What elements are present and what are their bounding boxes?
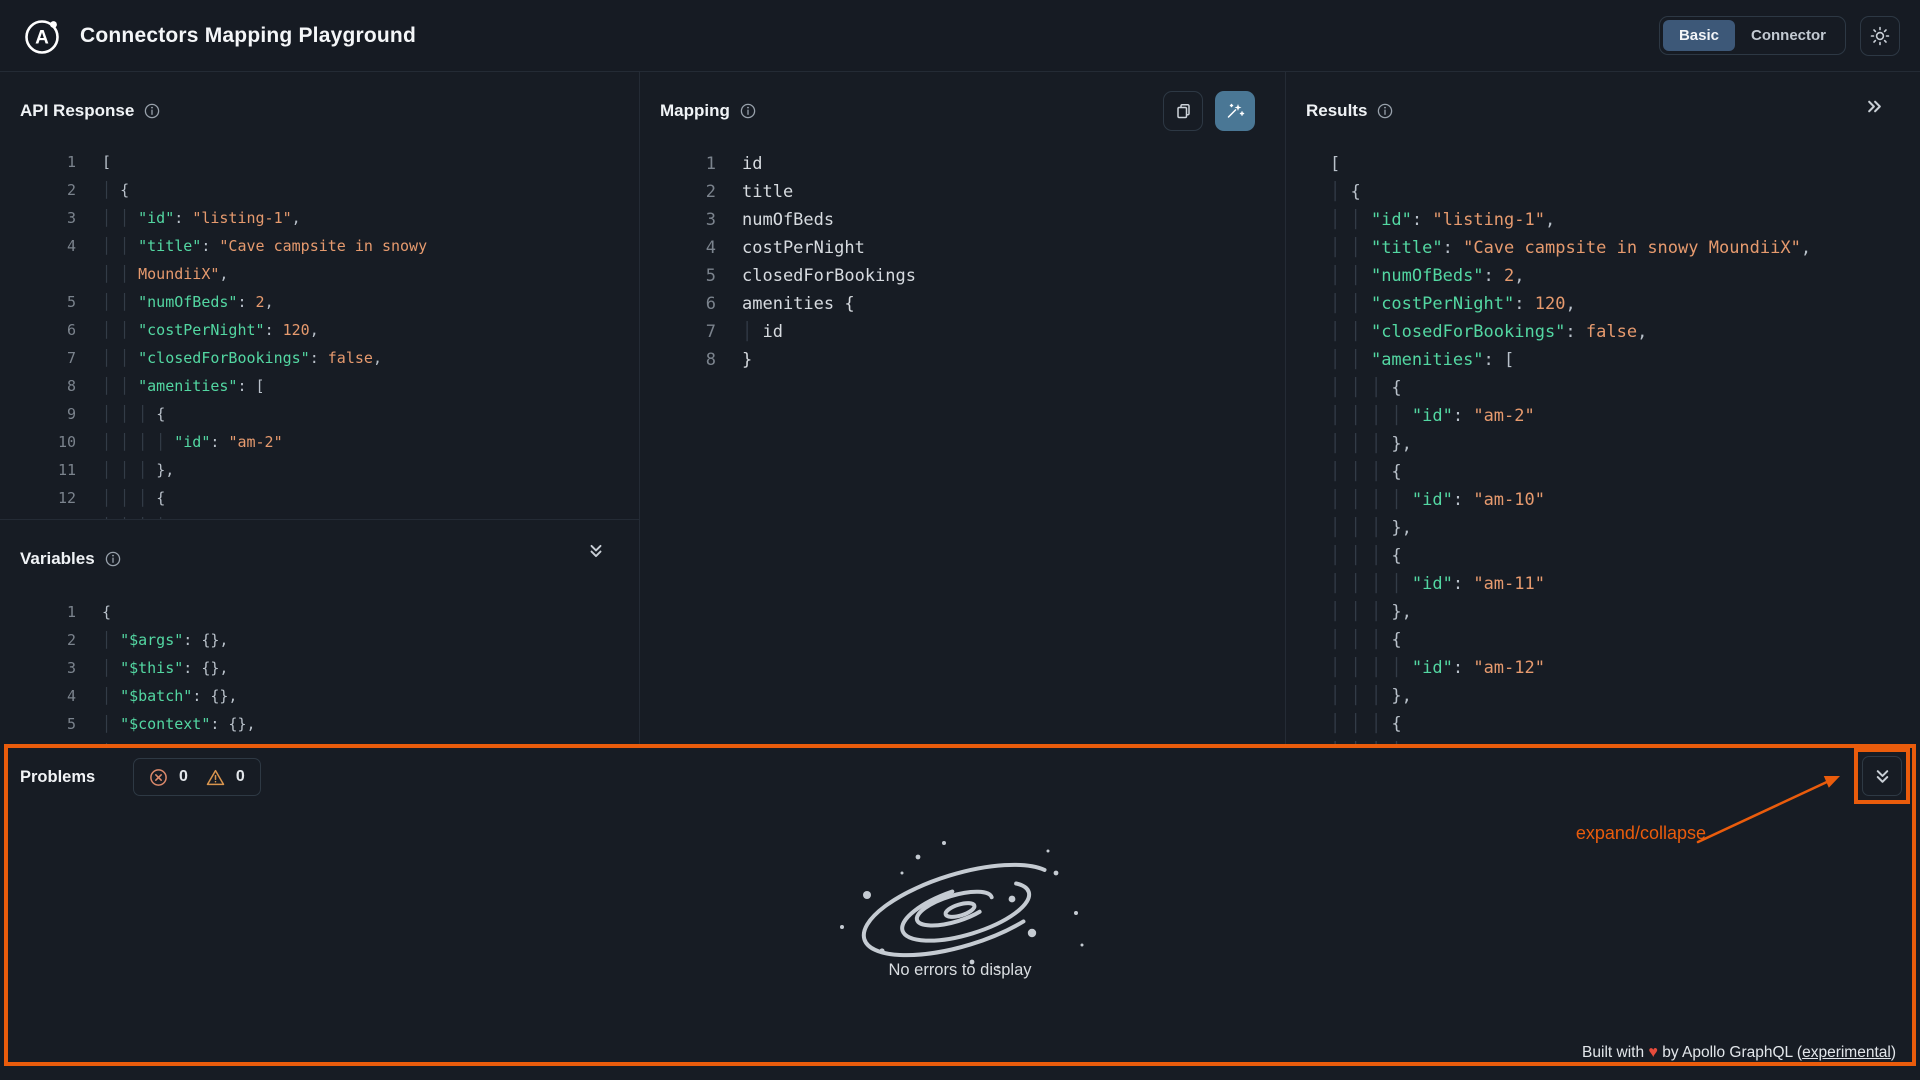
problems-panel: Problems 0 0 expand/collaps	[0, 745, 1920, 1080]
chevrons-right-icon	[1865, 97, 1884, 116]
info-icon	[740, 103, 756, 119]
variables-title: Variables	[20, 549, 95, 569]
toggle-connector-button[interactable]: Connector	[1735, 20, 1842, 51]
results-viewer[interactable]: [│ {│ │ "id": "listing-1",│ │ "title": "…	[1330, 150, 1918, 745]
mapping-editor[interactable]: 1id2title3numOfBeds4costPerNight5closedF…	[660, 150, 1283, 745]
footer-suffix: )	[1891, 1044, 1896, 1061]
problems-title: Problems	[20, 768, 95, 787]
variables-panel: Variables 1{2│ "$args": {},3│ "$this": {…	[0, 519, 639, 745]
api-response-title: API Response	[20, 101, 134, 121]
chevrons-down-icon	[1873, 767, 1892, 786]
annotation-arrow	[1688, 759, 1858, 854]
warning-count: 0	[236, 768, 245, 786]
footer-middle: by Apollo GraphQL (	[1662, 1044, 1802, 1061]
error-count: 0	[179, 768, 188, 786]
api-response-panel: API Response 1[2│ {3│ │ "id": "listing-1…	[0, 72, 639, 519]
chevrons-down-icon	[587, 542, 605, 560]
empty-state-message: No errors to display	[0, 961, 1920, 980]
footer: Built with ♥ by Apollo GraphQL (experime…	[1582, 1044, 1896, 1062]
copy-icon	[1174, 102, 1193, 121]
svg-text:A: A	[35, 27, 49, 48]
footer-prefix: Built with	[1582, 1044, 1644, 1061]
info-icon	[144, 103, 160, 119]
mode-toggle: Basic Connector	[1659, 16, 1846, 55]
copy-mapping-button[interactable]	[1163, 91, 1203, 131]
theme-toggle-button[interactable]	[1860, 16, 1900, 56]
annotation-label: expand/collapse	[1576, 823, 1706, 844]
results-panel: Results [│ {│ │ "id": "listing-1",│ │ "t…	[1286, 72, 1920, 745]
left-column: API Response 1[2│ {3│ │ "id": "listing-1…	[0, 72, 640, 745]
connectors-mapping-playground: A Connectors Mapping Playground Basic Co…	[0, 0, 1920, 1080]
info-icon	[105, 551, 121, 567]
mapping-title: Mapping	[660, 101, 730, 121]
heart-icon: ♥	[1648, 1044, 1658, 1061]
apollo-logo-icon: A	[20, 14, 64, 58]
app-header: A Connectors Mapping Playground Basic Co…	[0, 0, 1920, 72]
variables-editor[interactable]: 1{2│ "$args": {},3│ "$this": {},4│ "$bat…	[20, 598, 637, 745]
magic-wand-icon	[1225, 101, 1245, 121]
page-title: Connectors Mapping Playground	[80, 24, 416, 48]
problems-counts-badge: 0 0	[133, 758, 261, 796]
problems-expand-collapse-button[interactable]	[1862, 756, 1902, 796]
results-title: Results	[1306, 101, 1367, 121]
experimental-link[interactable]: experimental	[1802, 1044, 1891, 1061]
auto-generate-mapping-button[interactable]	[1215, 91, 1255, 131]
sun-icon	[1870, 26, 1890, 46]
api-response-editor[interactable]: 1[2│ {3│ │ "id": "listing-1",4│ │ "title…	[20, 148, 637, 519]
warning-triangle-icon	[206, 768, 225, 787]
info-icon	[1377, 103, 1393, 119]
mapping-panel: Mapping 1id2title3numOfBeds4	[640, 72, 1286, 745]
error-circle-icon	[149, 768, 168, 787]
toggle-basic-button[interactable]: Basic	[1663, 20, 1735, 51]
results-collapse-button[interactable]	[1865, 97, 1884, 116]
variables-collapse-button[interactable]	[587, 542, 605, 560]
